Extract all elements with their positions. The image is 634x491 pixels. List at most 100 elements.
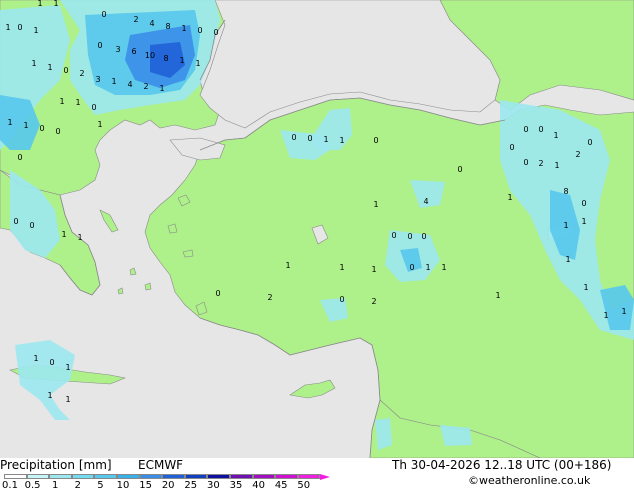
scale-segment xyxy=(230,474,253,479)
precip-value: 8 xyxy=(163,54,168,63)
precip-value: 0 xyxy=(457,165,462,174)
precip-value: 1 xyxy=(441,263,446,272)
precip-value: 1 xyxy=(31,59,36,68)
scale-label: 15 xyxy=(139,480,152,491)
precip-value: 1 xyxy=(37,0,42,8)
scale-label: 50 xyxy=(297,480,311,491)
precip-value: 8 xyxy=(165,22,170,31)
precip-value: 0 xyxy=(17,23,22,32)
precip-value: 1 xyxy=(553,131,558,140)
precip-value: 0 xyxy=(391,231,396,240)
precip-value: 1 xyxy=(581,217,586,226)
precip-value: 1 xyxy=(495,291,500,300)
precip-value: 1 xyxy=(339,136,344,145)
precip-value: 1 xyxy=(65,395,70,404)
precip-value: 1 xyxy=(111,77,116,86)
precip-value: 0 xyxy=(55,127,60,136)
precip-value: 0 xyxy=(97,41,102,50)
scale-segment xyxy=(297,474,321,479)
precip-value: 6 xyxy=(131,47,136,56)
precip-value: 0 xyxy=(373,136,378,145)
precip-value: 0 xyxy=(523,158,528,167)
precip-value: 1 xyxy=(339,263,344,272)
precip-value: 1 xyxy=(323,135,328,144)
scale-segment xyxy=(71,474,95,479)
scale-label: 2 xyxy=(74,480,81,491)
precip-value: 3 xyxy=(115,45,120,54)
precip-value: 1 xyxy=(621,307,626,316)
precip-value: 1 xyxy=(7,118,12,127)
precip-value: 0 xyxy=(509,143,514,152)
precip-value: 0 xyxy=(63,66,68,75)
scale-segment xyxy=(49,474,72,479)
precip-value: 10 xyxy=(145,51,155,60)
precip-value: 2 xyxy=(133,15,138,24)
precip-value: 0 xyxy=(538,125,543,134)
precip-value: 2 xyxy=(371,297,376,306)
precip-value: 1 xyxy=(97,120,102,129)
scale-segment xyxy=(4,474,27,479)
scale-arrow-icon xyxy=(320,474,331,480)
precip-value: 0 xyxy=(409,263,414,272)
precip-value: 1 xyxy=(75,98,80,107)
precip-value: 1 xyxy=(33,26,38,35)
precip-value: 0 xyxy=(29,221,34,230)
precip-value: 1 xyxy=(425,263,430,272)
precip-value: 1 xyxy=(371,265,376,274)
scale-label: 0.1 xyxy=(2,480,18,491)
scale-label: 5 xyxy=(97,480,104,491)
precip-value: 2 xyxy=(143,82,148,91)
precip-value: 0 xyxy=(213,28,218,37)
precip-value: 1 xyxy=(33,354,38,363)
scale-label: 35 xyxy=(229,480,243,491)
precip-value: 0 xyxy=(307,134,312,143)
scale-label: 20 xyxy=(161,480,175,491)
precip-value: 1 xyxy=(181,24,186,33)
precip-value: 0 xyxy=(587,138,592,147)
precip-value: 2 xyxy=(538,159,543,168)
scale-segment xyxy=(207,474,230,479)
precip-value: 1 xyxy=(285,261,290,270)
precip-value: 1 xyxy=(195,59,200,68)
precip-value: 2 xyxy=(79,69,84,78)
precip-value: 0 xyxy=(91,103,96,112)
precip-value: 1 xyxy=(373,200,378,209)
precip-value: 0 xyxy=(215,289,220,298)
precip-value: 1 xyxy=(603,311,608,320)
precip-value: 0 xyxy=(407,232,412,241)
precip-value: 1 xyxy=(5,23,10,32)
map-canvas: 1 100 12 4 8 1 0 010 3 6 10 8 1 13 1 4 2 11 1 0 21 101 1 0 0100 0… xyxy=(0,0,634,458)
precip-value: 0 xyxy=(523,125,528,134)
copyright-text: ©weatheronline.co.uk xyxy=(468,474,591,487)
model-name: ECMWF xyxy=(138,458,184,472)
scale-label: 1 xyxy=(52,480,59,491)
precip-value: 4 xyxy=(423,197,428,206)
map-footer: Precipitation [mm] ECMWF Th 30-04-2026 1… xyxy=(0,458,634,491)
precip-value: 1 xyxy=(61,230,66,239)
precip-value: 0 xyxy=(339,295,344,304)
scale-segment xyxy=(117,474,140,479)
precip-value: 1 xyxy=(159,84,164,93)
scale-segment xyxy=(94,474,117,479)
precip-value: 1 xyxy=(23,121,28,130)
precip-value: 1 xyxy=(65,363,70,372)
precip-value: 0 xyxy=(421,232,426,241)
precip-light-south-2 xyxy=(440,425,472,446)
precip-value: 3 xyxy=(95,75,100,84)
scale-label: 45 xyxy=(274,480,288,491)
precip-value: 1 xyxy=(554,161,559,170)
scale-segment xyxy=(275,474,298,479)
precip-value: 1 xyxy=(563,221,568,230)
scale-label: 40 xyxy=(252,480,265,491)
precip-value: 1 xyxy=(583,283,588,292)
precip-value: 1 xyxy=(53,0,58,8)
scale-label: 25 xyxy=(184,480,198,491)
precip-value: 0 xyxy=(17,153,22,162)
precip-value: 1 xyxy=(179,56,184,65)
precip-value: 0 xyxy=(581,199,586,208)
precip-value: 2 xyxy=(575,150,580,159)
precip-value: 4 xyxy=(149,19,154,28)
scale-label: 10 xyxy=(116,480,130,491)
scale-segment xyxy=(26,474,50,479)
precip-value: 1 xyxy=(565,255,570,264)
